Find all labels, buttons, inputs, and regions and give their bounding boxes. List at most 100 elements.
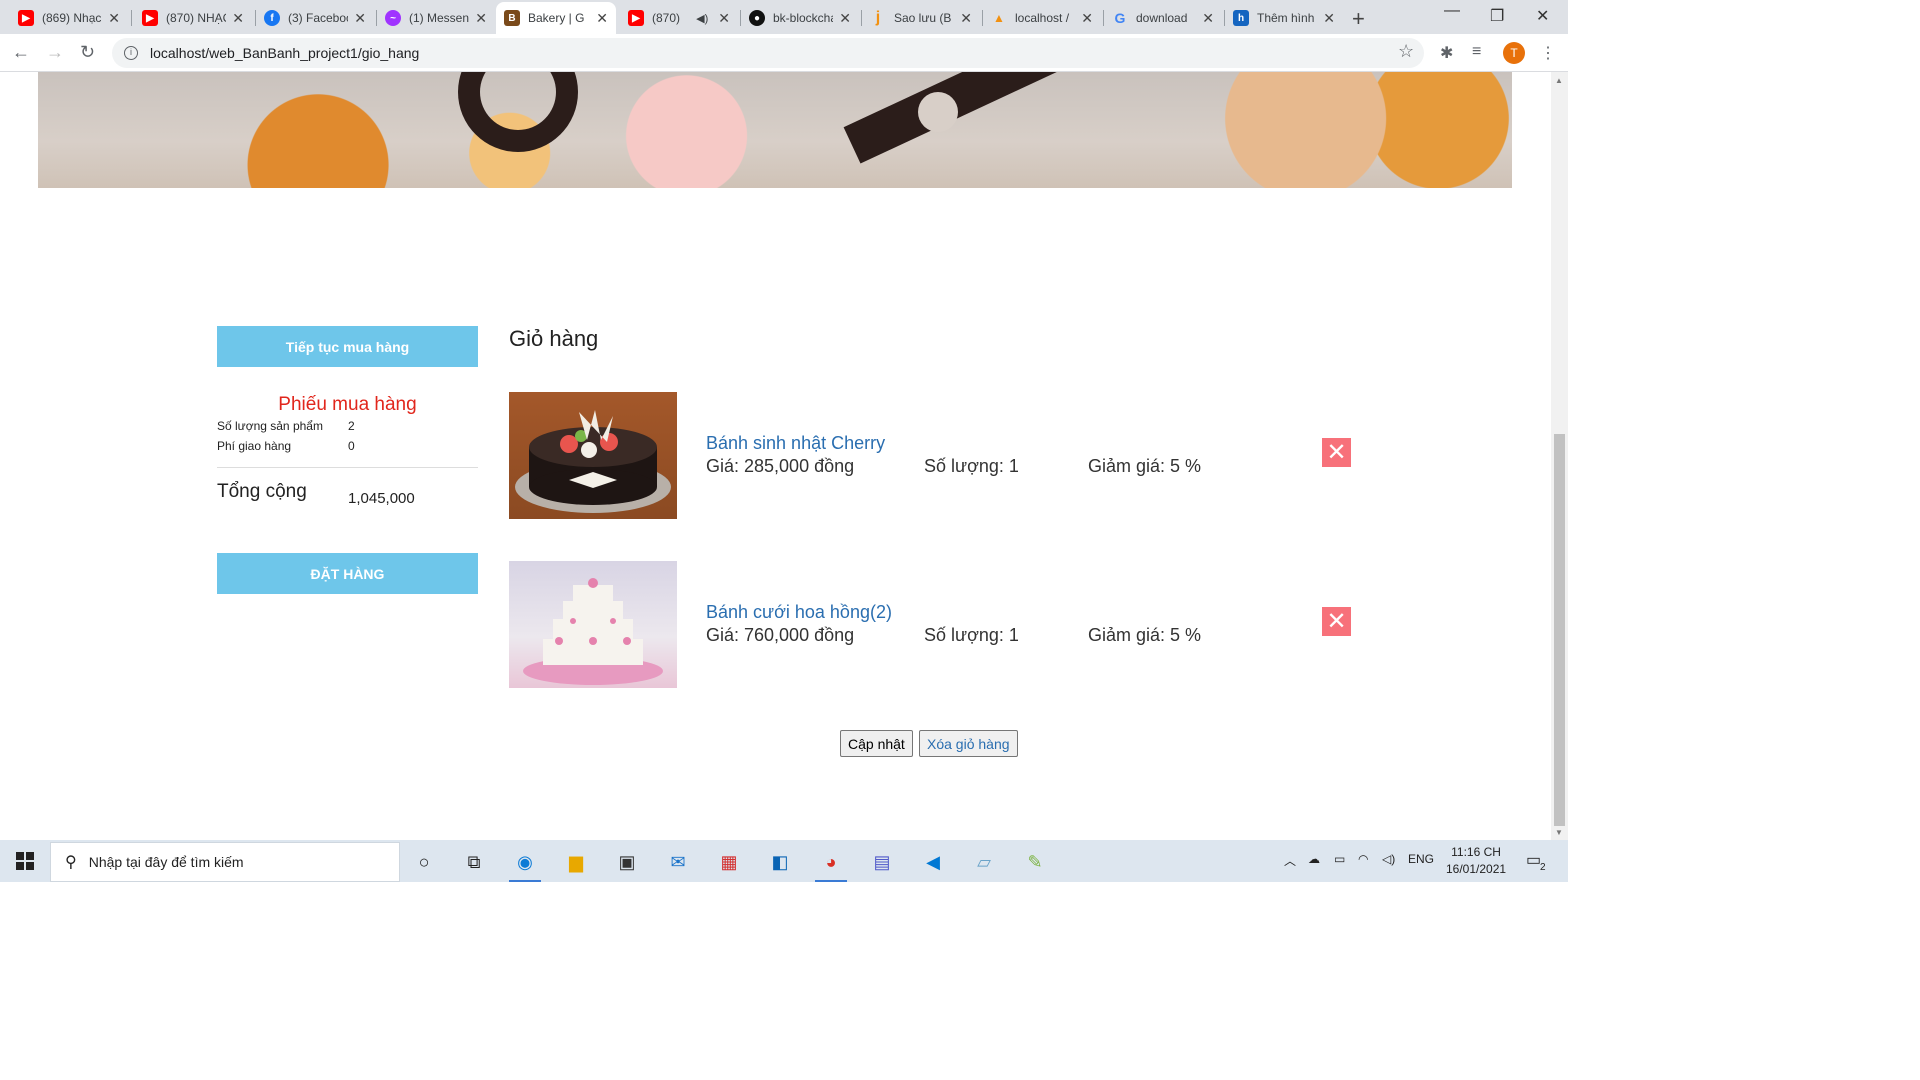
- gift-app-icon[interactable]: ▦: [709, 846, 749, 878]
- minimize-icon[interactable]: —: [1444, 2, 1460, 20]
- store-icon[interactable]: ▣: [607, 846, 647, 878]
- browser-tab[interactable]: h Thêm hình ✕: [1225, 2, 1343, 34]
- cherry-cake-image: [509, 392, 677, 519]
- close-icon[interactable]: ✕: [108, 10, 120, 27]
- update-cart-button[interactable]: Cập nhật: [840, 730, 913, 757]
- tray-overflow-icon[interactable]: ︿: [1284, 852, 1296, 869]
- place-order-button[interactable]: ĐẶT HÀNG: [217, 553, 478, 594]
- notification-count: 2: [1540, 862, 1546, 873]
- page-scrollbar[interactable]: ▲ ▼: [1551, 72, 1568, 840]
- browser-tab[interactable]: ● bk-blockchain✕: [741, 2, 859, 34]
- paint-icon[interactable]: ✎: [1015, 846, 1055, 878]
- h-icon: h: [1233, 10, 1249, 26]
- search-placeholder: Nhập tại đây để tìm kiếm: [88, 854, 244, 870]
- browser-toolbar: ← → ↻ i localhost/web_BanBanh_project1/g…: [0, 34, 1568, 72]
- cart-title: Giỏ hàng: [509, 326, 599, 351]
- item-price: Giá: 760,000 đồng: [706, 625, 855, 645]
- close-icon[interactable]: ✕: [232, 10, 244, 27]
- bookmark-star-icon[interactable]: ☆: [1398, 41, 1414, 62]
- facebook-icon: f: [264, 10, 280, 26]
- file-explorer-icon[interactable]: ▆: [556, 846, 596, 878]
- restore-icon[interactable]: ❐: [1490, 6, 1504, 26]
- clock-date: 16/01/2021: [1446, 862, 1507, 876]
- product-count-label: Số lượng sản phẩm: [217, 419, 323, 433]
- address-bar[interactable]: i localhost/web_BanBanh_project1/gio_han…: [112, 38, 1424, 68]
- remove-item-button[interactable]: ✕: [1322, 438, 1351, 467]
- close-icon[interactable]: ✕: [1081, 10, 1093, 27]
- teams-icon[interactable]: ▤: [862, 846, 902, 878]
- search-icon: ⚲: [65, 854, 77, 871]
- close-icon[interactable]: ✕: [718, 10, 730, 27]
- browser-tab[interactable]: f (3) Facebook✕: [256, 2, 374, 34]
- new-tab-icon[interactable]: +: [1352, 6, 1365, 32]
- youtube-icon: ▶: [18, 10, 34, 26]
- onedrive-icon[interactable]: ☁: [1308, 852, 1320, 866]
- scrollbar-thumb[interactable]: [1554, 434, 1565, 826]
- item-quantity: Số lượng: 1: [924, 625, 1019, 645]
- back-icon[interactable]: ←: [12, 42, 30, 63]
- chrome-icon[interactable]: ◕: [811, 846, 851, 882]
- j-icon: j: [875, 9, 881, 26]
- messenger-icon: ~: [385, 10, 401, 26]
- close-icon[interactable]: ✕: [1323, 10, 1335, 27]
- item-discount: Giảm giá: 5 %: [1088, 625, 1202, 645]
- system-clock[interactable]: 11:16 CH 16/01/2021: [1446, 844, 1506, 878]
- browser-tab[interactable]: ▶ (870) ◀) ✕: [620, 2, 738, 34]
- battery-icon[interactable]: ▭: [1334, 852, 1345, 866]
- item-discount: Giảm giá: 5 %: [1088, 456, 1202, 476]
- shipping-fee-value: 0: [348, 439, 355, 453]
- scroll-up-icon[interactable]: ▲: [1555, 76, 1563, 85]
- windows-start-icon[interactable]: [16, 852, 34, 870]
- outlook-icon[interactable]: ◧: [760, 846, 800, 878]
- mail-icon[interactable]: ✉: [658, 846, 698, 878]
- info-icon[interactable]: i: [124, 46, 138, 60]
- notes-app-icon[interactable]: ▱: [964, 846, 1004, 878]
- item-name-link[interactable]: Bánh cưới hoa hồng(2): [706, 602, 892, 623]
- language-indicator[interactable]: ENG: [1408, 852, 1434, 866]
- hero-banner-image: [38, 72, 1512, 188]
- clock-time: 11:16 CH: [1451, 845, 1501, 859]
- volume-icon[interactable]: ◁): [1382, 852, 1395, 866]
- task-view-icon[interactable]: ⧉: [454, 846, 494, 878]
- scroll-down-icon[interactable]: ▼: [1555, 828, 1563, 837]
- media-control-icon[interactable]: ≡: [1472, 43, 1481, 61]
- browser-tab[interactable]: G download ✕: [1104, 2, 1222, 34]
- browser-tab-active[interactable]: B Bakery | G ✕: [496, 2, 616, 34]
- browser-tab[interactable]: ~ (1) Messenger✕: [377, 2, 495, 34]
- extensions-icon[interactable]: ✱: [1440, 43, 1453, 63]
- vscode-icon[interactable]: ◀: [913, 846, 953, 878]
- receipt-title: Phiếu mua hàng: [278, 394, 417, 415]
- youtube-icon: ▶: [142, 10, 158, 26]
- item-quantity: Số lượng: 1: [924, 456, 1019, 476]
- browser-tab[interactable]: ▲ localhost / ✕: [983, 2, 1101, 34]
- wifi-icon[interactable]: ◠: [1358, 852, 1368, 866]
- browser-tab[interactable]: j Sao lưu (B ✕: [862, 2, 980, 34]
- close-icon[interactable]: ✕: [596, 10, 608, 27]
- speaker-icon[interactable]: ◀): [696, 12, 708, 25]
- window-close-icon[interactable]: ✕: [1536, 6, 1549, 26]
- close-icon[interactable]: ✕: [354, 10, 366, 27]
- close-icon[interactable]: ✕: [839, 10, 851, 27]
- total-label: Tổng cộng: [217, 481, 307, 502]
- bakery-icon: B: [504, 10, 520, 26]
- edge-icon[interactable]: ◉: [505, 846, 545, 882]
- cortana-icon[interactable]: ○: [404, 846, 444, 878]
- item-name-link[interactable]: Bánh sinh nhật Cherry: [706, 433, 885, 454]
- close-icon[interactable]: ✕: [960, 10, 972, 27]
- menu-icon[interactable]: ⋮: [1540, 43, 1556, 63]
- youtube-icon: ▶: [628, 10, 644, 26]
- taskbar-search-box[interactable]: ⚲ Nhập tại đây để tìm kiếm: [50, 842, 400, 882]
- shipping-fee-label: Phí giao hàng: [217, 439, 292, 453]
- close-icon: ✕: [1326, 607, 1347, 635]
- reload-icon[interactable]: ↻: [80, 42, 95, 63]
- close-icon[interactable]: ✕: [1202, 10, 1214, 27]
- remove-item-button[interactable]: ✕: [1322, 607, 1351, 636]
- browser-tab[interactable]: ▶ (870) NHẠC ✕: [134, 2, 252, 34]
- notification-icon[interactable]: ▭: [1526, 850, 1541, 870]
- close-icon[interactable]: ✕: [475, 10, 487, 27]
- browser-tab[interactable]: ▶ (869) Nhạc ✕: [10, 2, 128, 34]
- forward-icon[interactable]: →: [46, 42, 64, 63]
- profile-avatar[interactable]: T: [1503, 42, 1525, 64]
- continue-shopping-button[interactable]: Tiếp tục mua hàng: [217, 326, 478, 367]
- clear-cart-button[interactable]: Xóa giỏ hàng: [919, 730, 1018, 757]
